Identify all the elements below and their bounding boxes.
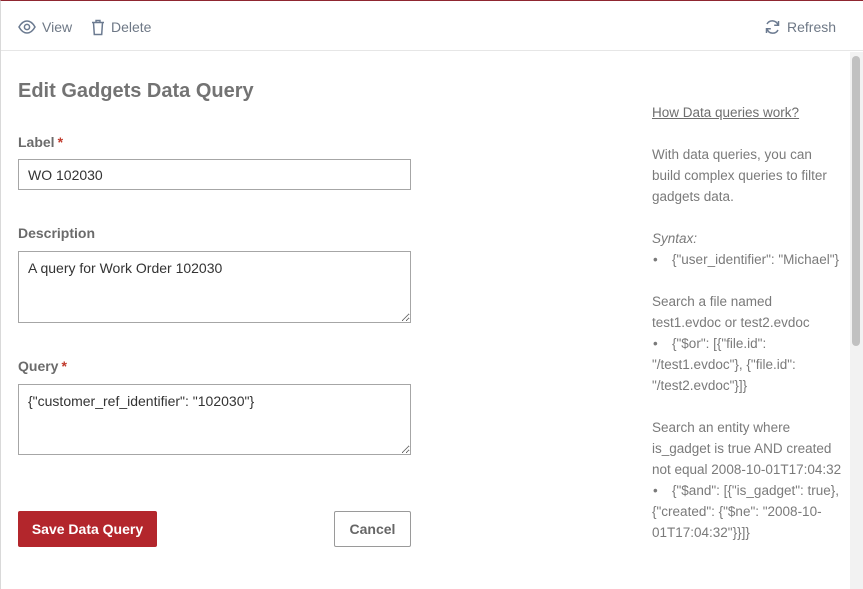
scrollbar-thumb[interactable] <box>852 56 860 346</box>
toolbar: View Delete Refresh <box>1 1 863 51</box>
syntax-label: Syntax: <box>652 231 698 246</box>
label-field-label-text: Label <box>18 134 55 150</box>
example2-code: • {"$and": [{"is_gadget": true}, {"create… <box>652 480 842 543</box>
delete-button[interactable]: Delete <box>91 15 151 39</box>
save-data-query-button[interactable]: Save Data Query <box>18 511 157 547</box>
refresh-label: Refresh <box>787 19 837 35</box>
example2-text: Search an entity where is_gadget is true… <box>652 420 842 477</box>
delete-label: Delete <box>111 19 152 35</box>
page-title: Edit Gadgets Data Query <box>18 80 254 102</box>
required-marker: * <box>61 358 67 374</box>
example1-code: • {"$or": [{"file.id": "/test1.evdoc"}, {… <box>652 333 842 396</box>
description-field-label: Description <box>18 225 96 241</box>
bullet-icon: • <box>653 252 658 267</box>
cancel-button[interactable]: Cancel <box>334 511 411 547</box>
view-label: View <box>42 19 73 35</box>
trash-icon <box>91 19 105 36</box>
example2-code-text: {"$and": [{"is_gadget": true}, {"created… <box>652 483 840 540</box>
refresh-button[interactable]: Refresh <box>764 15 836 39</box>
help-intro: With data queries, you can build complex… <box>652 147 827 204</box>
query-textarea[interactable]: {"customer_ref_identifier": "102030"} <box>18 384 411 455</box>
main-content: Edit Gadgets Data Query Label* Descripti… <box>1 52 850 589</box>
app-frame: View Delete Refresh Edit Gadgets Data Qu… <box>0 0 863 589</box>
syntax-example-text: {"user_identifier": "Michael"} <box>672 252 840 267</box>
required-marker: * <box>57 134 64 150</box>
label-field-label: Label * <box>18 134 63 150</box>
view-button[interactable]: View <box>18 15 72 39</box>
bullet-icon: • <box>653 336 658 351</box>
query-field-label-text: Query <box>18 358 59 374</box>
bullet-icon: • <box>653 483 658 498</box>
description-textarea[interactable]: A query for Work Order 102030 <box>18 251 411 323</box>
example1-text: Search a file named test1.evdoc or test2… <box>652 294 810 330</box>
eye-icon <box>18 20 36 34</box>
example1-code-text: {"$or": [{"file.id": "/test1.evdoc"}, {"… <box>652 336 796 393</box>
how-data-queries-work-link[interactable]: How Data queries work? <box>652 102 842 123</box>
help-panel: How Data queries work? With data queries… <box>652 102 842 543</box>
syntax-example: • {"user_identifier": "Michael"} <box>652 249 842 270</box>
refresh-icon <box>764 19 781 35</box>
label-input[interactable] <box>18 159 411 190</box>
query-field-label: Query * <box>18 358 67 374</box>
